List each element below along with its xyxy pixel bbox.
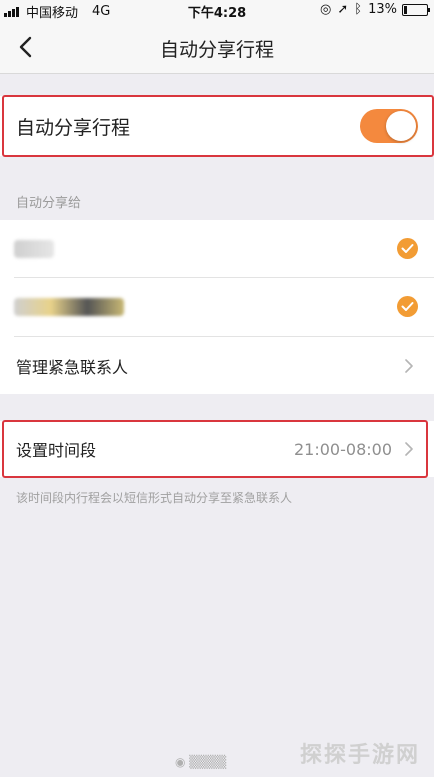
highlight-box bbox=[2, 95, 434, 157]
chevron-right-icon bbox=[405, 359, 413, 373]
contact-name-redacted bbox=[14, 298, 124, 316]
battery-fill bbox=[404, 5, 407, 14]
check-icon[interactable] bbox=[397, 296, 418, 317]
contacts-section: 管理紧急联系人 bbox=[0, 220, 434, 394]
navigation-arrow-icon: ➚ bbox=[337, 2, 349, 17]
status-bar: 中国移动 4G 下午4:28 ◎ ➚ ᛒ 13% bbox=[0, 0, 434, 21]
highlight-box bbox=[2, 420, 428, 478]
battery-icon bbox=[402, 3, 430, 16]
site-watermark: 探探手游网 bbox=[299, 743, 420, 768]
nav-bar: 自动分享行程 bbox=[0, 20, 434, 74]
manage-contacts-row[interactable]: 管理紧急联系人 bbox=[0, 337, 434, 394]
check-icon[interactable] bbox=[397, 238, 418, 259]
page-title: 自动分享行程 bbox=[159, 39, 274, 61]
status-right: ◎ ➚ ᛒ 13% bbox=[314, 2, 430, 17]
weibo-watermark: ◉ ▒▒▒▒ bbox=[175, 755, 227, 769]
battery-percent: 13% bbox=[368, 2, 397, 17]
manage-contacts-label: 管理紧急联系人 bbox=[16, 357, 129, 377]
time-period-note: 该时间段内行程会以短信形式自动分享至紧急联系人 bbox=[16, 491, 293, 505]
bluetooth-icon: ᛒ bbox=[354, 2, 363, 17]
share-to-section-label: 自动分享给 bbox=[16, 196, 82, 211]
contact-row[interactable] bbox=[0, 220, 434, 277]
contact-name-redacted bbox=[14, 240, 54, 258]
contact-row[interactable] bbox=[0, 278, 434, 336]
location-icon: ◎ bbox=[320, 2, 332, 17]
